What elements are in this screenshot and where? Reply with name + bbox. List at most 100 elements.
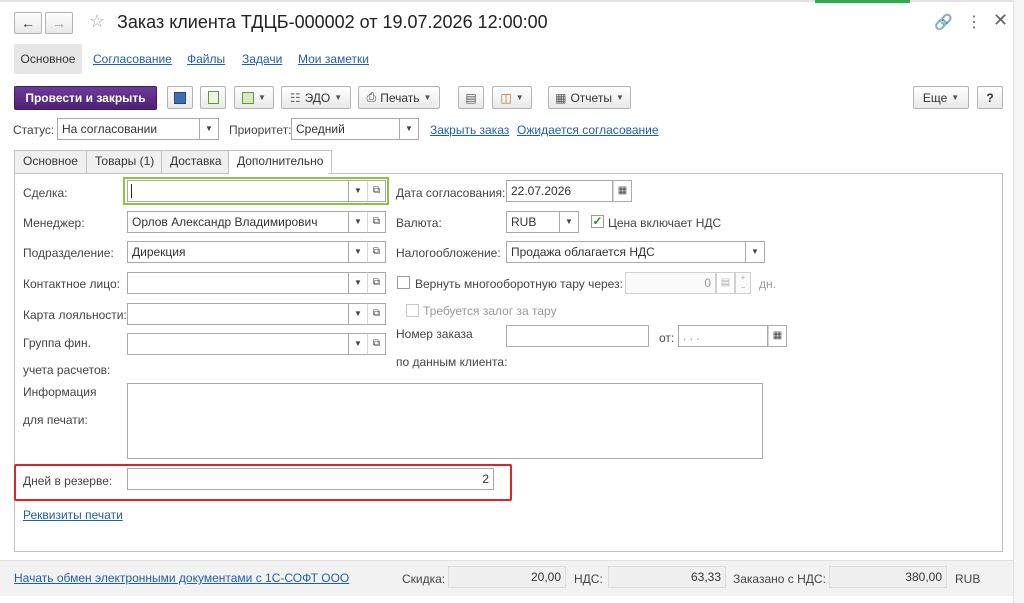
division-input[interactable]: Дирекция [127, 241, 349, 263]
return-tare-calculator-button[interactable]: ▤ [716, 272, 735, 294]
nav-tab-main[interactable]: Основное [14, 44, 82, 74]
ordered-with-vat-value: 380,00 [829, 566, 947, 588]
fin-group-input[interactable] [127, 333, 349, 355]
close-icon[interactable]: ✕ [993, 10, 1008, 31]
deal-dropdown-button[interactable]: ▼ [349, 180, 368, 202]
save-button[interactable] [167, 86, 193, 109]
fin-group-label: Группа фин. [23, 336, 91, 350]
tab-goods[interactable]: Товары (1) [86, 150, 164, 173]
more-menu-icon[interactable]: ⋮ [966, 12, 982, 32]
reserve-days-label: Дней в резерве: [23, 474, 113, 488]
more-button[interactable]: Еще ▼ [913, 86, 969, 109]
contact-person-open-button[interactable]: ⧉ [367, 272, 386, 294]
nav-tab-notes[interactable]: Мои заметки [298, 52, 369, 66]
client-order-number-label-line2: по данным клиента: [396, 355, 508, 369]
manager-dropdown-button[interactable]: ▼ [349, 211, 368, 233]
days-unit-label: дн. [759, 277, 776, 291]
taxation-select[interactable]: Продажа облагается НДС [506, 241, 746, 263]
back-button[interactable]: ← [14, 12, 42, 34]
print-button[interactable]: ⎙ Печать ▼ [358, 86, 440, 109]
status-label: Статус: [13, 123, 55, 137]
taxation-dropdown-button[interactable]: ▼ [746, 241, 765, 263]
vat-included-checkbox[interactable]: ✓ [591, 215, 604, 228]
deposit-label: Требуется залог за тару [423, 304, 557, 318]
loyalty-card-dropdown-button[interactable]: ▼ [349, 303, 368, 325]
manager-input[interactable]: Орлов Александр Владимирович [127, 211, 349, 233]
printer-icon: ⎙ [366, 90, 377, 104]
return-tare-checkbox[interactable] [397, 276, 410, 289]
deal-input[interactable] [127, 180, 349, 202]
manager-open-button[interactable]: ⧉ [367, 211, 386, 233]
favorite-star-icon[interactable]: ☆ [89, 11, 105, 32]
back-arrow-icon: ← [21, 15, 35, 31]
post-and-close-button[interactable]: Провести и закрыть [14, 86, 157, 110]
related-documents-button[interactable]: ◫ ▼ [492, 86, 532, 109]
fin-group-dropdown-button[interactable]: ▼ [349, 333, 368, 355]
return-tare-days-input[interactable]: 0 [625, 272, 716, 294]
tab-delivery[interactable]: Доставка [161, 150, 231, 173]
edo-button[interactable]: ☷ ЭДО ▼ [281, 86, 351, 109]
contact-person-dropdown-button[interactable]: ▼ [349, 272, 368, 294]
start-edo-link[interactable]: Начать обмен электронными документами с … [14, 571, 349, 585]
chevron-down-icon: ▼ [423, 93, 432, 102]
floppy-disk-icon [174, 91, 186, 104]
return-tare-label: Вернуть многооборотную тару через: [415, 277, 623, 291]
status-select[interactable]: На согласовании [57, 118, 200, 140]
loyalty-card-open-button[interactable]: ⧉ [367, 303, 386, 325]
chevron-down-icon: ▼ [615, 93, 624, 102]
link-icon[interactable]: 🔗 [934, 13, 953, 31]
currency-select[interactable]: RUB [506, 211, 560, 233]
deal-open-button[interactable]: ⧉ [367, 180, 386, 202]
vat-included-label: Цена включает НДС [608, 216, 722, 230]
right-edge-strip [1013, 0, 1024, 603]
status-dropdown-button[interactable]: ▼ [200, 118, 219, 140]
from-date-input[interactable]: . . . [678, 325, 768, 347]
document-structure-icon: ◫ [500, 90, 512, 105]
deposit-checkbox[interactable] [406, 304, 419, 317]
division-open-button[interactable]: ⧉ [367, 241, 386, 263]
approval-date-input[interactable]: 22.07.2026 [506, 180, 613, 202]
close-order-link[interactable]: Закрыть заказ [430, 123, 509, 137]
priority-select[interactable]: Средний [291, 118, 400, 140]
tab-main[interactable]: Основное [14, 150, 87, 173]
edo-icon: ☷ [289, 90, 301, 105]
client-order-number-label: Номер заказа [396, 327, 473, 341]
print-details-link[interactable]: Реквизиты печати [23, 508, 123, 522]
print-info-label-line2: для печати: [23, 413, 88, 427]
checkmark-icon: ✓ [592, 214, 603, 228]
document-list-button[interactable]: ▤ [458, 86, 484, 109]
fin-group-open-button[interactable]: ⧉ [367, 333, 386, 355]
reserve-days-input[interactable]: 2 [127, 468, 494, 490]
forward-button[interactable]: → [45, 12, 73, 34]
awaiting-approval-link[interactable]: Ожидается согласование [517, 123, 659, 137]
priority-dropdown-button[interactable]: ▼ [400, 118, 419, 140]
return-tare-stepper[interactable]: + − [735, 272, 751, 294]
active-tab-joint [229, 172, 328, 175]
calendar-icon: ▦ [617, 185, 628, 196]
from-date-calendar-button[interactable]: ▦ [768, 325, 787, 347]
reports-button[interactable]: ▦ Отчеты ▼ [548, 86, 631, 109]
client-order-number-input[interactable] [506, 325, 649, 347]
loyalty-card-input[interactable] [127, 303, 349, 325]
division-dropdown-button[interactable]: ▼ [349, 241, 368, 263]
chevron-down-icon: ▼ [334, 93, 343, 102]
create-based-on-button[interactable]: ▼ [234, 86, 274, 109]
help-button[interactable]: ? [977, 86, 1003, 109]
tab-additional[interactable]: Дополнительно [228, 150, 333, 174]
calendar-icon: ▦ [772, 330, 783, 341]
active-window-indicator [815, 0, 910, 3]
ordered-with-vat-label: Заказано с НДС: [733, 572, 826, 586]
contact-person-input[interactable] [127, 272, 349, 294]
loyalty-card-label: Карта лояльности: [23, 308, 127, 322]
nav-tab-approval[interactable]: Согласование [93, 52, 172, 66]
nav-tab-files[interactable]: Файлы [187, 52, 225, 66]
nav-tab-tasks[interactable]: Задачи [242, 52, 282, 66]
priority-label: Приоритет: [229, 123, 292, 137]
post-button[interactable] [200, 86, 226, 109]
print-info-textarea[interactable] [127, 383, 763, 459]
chevron-down-icon: ▼ [258, 93, 266, 102]
currency-dropdown-button[interactable]: ▼ [560, 211, 579, 233]
post-document-icon [207, 91, 219, 104]
division-label: Подразделение: [23, 246, 114, 260]
approval-date-calendar-button[interactable]: ▦ [613, 180, 632, 202]
